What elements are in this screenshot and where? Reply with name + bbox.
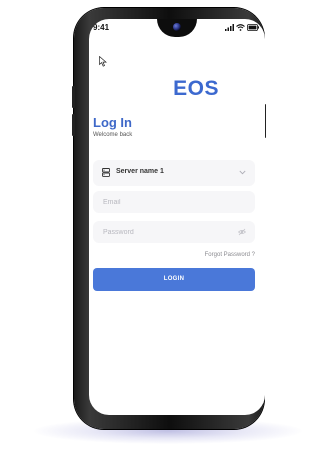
volume-up-button bbox=[72, 86, 75, 108]
email-field[interactable] bbox=[103, 191, 233, 213]
front-camera-icon bbox=[173, 23, 181, 31]
page-title: Log In bbox=[93, 115, 132, 130]
signal-icon bbox=[225, 24, 234, 31]
mouse-cursor-icon bbox=[99, 56, 107, 67]
password-field[interactable] bbox=[103, 221, 233, 243]
email-field-wrapper bbox=[93, 191, 255, 213]
mockup-stage: 9:41 EOS Log In Welcome back Server name… bbox=[0, 0, 336, 456]
wifi-icon bbox=[236, 24, 245, 31]
notch bbox=[157, 19, 197, 37]
chevron-down-icon bbox=[239, 170, 246, 175]
status-icons bbox=[225, 24, 259, 31]
app-logo: EOS bbox=[173, 77, 219, 100]
server-icon bbox=[102, 168, 110, 177]
page-subtitle: Welcome back bbox=[93, 132, 133, 138]
eye-off-icon[interactable] bbox=[238, 228, 246, 236]
phone-screen: 9:41 EOS Log In Welcome back Server name… bbox=[89, 19, 265, 415]
password-field-wrapper bbox=[93, 221, 255, 243]
forgot-password-link[interactable]: Forgot Password ? bbox=[205, 252, 255, 258]
server-select-value: Server name 1 bbox=[116, 168, 164, 175]
volume-down-button bbox=[72, 114, 75, 136]
status-time: 9:41 bbox=[93, 23, 110, 32]
battery-icon bbox=[247, 24, 259, 31]
login-button[interactable]: LOGIN bbox=[93, 268, 255, 291]
server-select[interactable]: Server name 1 bbox=[93, 160, 255, 186]
